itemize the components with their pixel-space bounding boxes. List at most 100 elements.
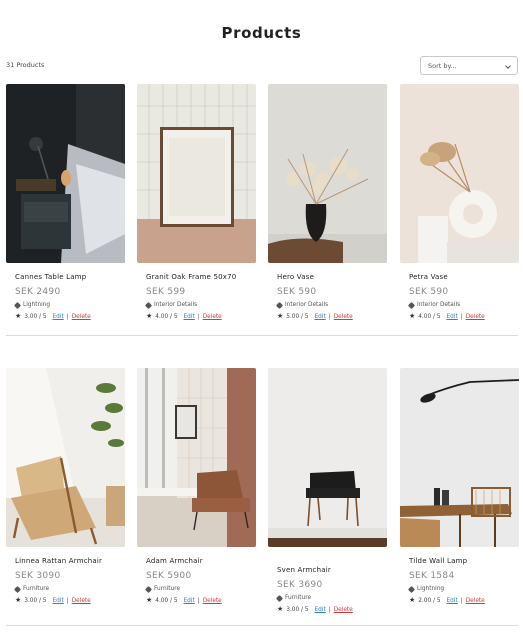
product-price: SEK 3690 (277, 580, 323, 590)
product-price: SEK 1584 (409, 571, 455, 581)
product-price: SEK 3090 (15, 571, 61, 581)
product-meta: ★ 4.00 / 5 Edit | Delete (400, 313, 519, 320)
category-label: Furniture (154, 586, 181, 592)
product-row: Linnea Rattan Armchair SEK 3090 Furnitur… (6, 368, 519, 618)
product-meta: ★ 5.00 / 5 Edit | Delete (268, 313, 387, 320)
star-icon: ★ (277, 605, 284, 613)
product-category: Interior Details (400, 301, 519, 309)
product-name[interactable]: Hero Vase (268, 273, 387, 281)
product-image[interactable] (6, 84, 125, 263)
edit-link[interactable]: Edit (53, 314, 64, 320)
product-category: Lightning (400, 585, 519, 593)
rating-text: 4.00 / 5 (155, 597, 178, 604)
star-icon: ★ (409, 596, 416, 604)
rating-text: 3.00 / 5 (24, 313, 47, 320)
product-price: SEK 5900 (146, 571, 192, 581)
star-icon: ★ (409, 312, 416, 320)
product-card[interactable]: Tilde Wall Lamp SEK 1584 Lightning ★ 2.0… (400, 368, 519, 604)
product-name[interactable]: Petra Vase (400, 273, 519, 281)
product-image[interactable] (137, 84, 256, 263)
star-icon: ★ (15, 596, 22, 604)
category-label: Lightning (23, 302, 51, 308)
star-icon: ★ (277, 312, 284, 320)
product-card[interactable]: Sven Armchair SEK 3690 Furniture ★ 3.00 … (268, 368, 387, 613)
product-card[interactable]: Granit Oak Frame 50x70 SEK 599 Interior … (137, 84, 256, 320)
star-icon: ★ (146, 596, 153, 604)
delete-link[interactable]: Delete (203, 598, 222, 604)
action-separator: | (66, 597, 69, 604)
product-name[interactable]: Sven Armchair (268, 566, 387, 574)
product-image[interactable] (400, 368, 519, 547)
category-label: Lightning (417, 586, 445, 592)
product-meta: ★ 2.00 / 5 Edit | Delete (400, 597, 519, 604)
tag-icon (275, 594, 284, 602)
category-label: Furniture (285, 595, 312, 601)
delete-link[interactable]: Delete (334, 607, 353, 613)
tag-icon (144, 301, 153, 309)
product-meta: ★ 3.00 / 5 Edit | Delete (268, 606, 387, 613)
rating-text: 4.00 / 5 (155, 313, 178, 320)
row-divider (6, 335, 518, 336)
star-icon: ★ (146, 312, 153, 320)
edit-link[interactable]: Edit (184, 314, 195, 320)
edit-link[interactable]: Edit (447, 314, 458, 320)
product-card[interactable]: Linnea Rattan Armchair SEK 3090 Furnitur… (6, 368, 125, 604)
action-separator: | (328, 313, 331, 320)
tag-icon (144, 585, 153, 593)
product-meta: ★ 4.00 / 5 Edit | Delete (137, 597, 256, 604)
product-image[interactable] (6, 368, 125, 547)
product-name[interactable]: Tilde Wall Lamp (400, 557, 519, 565)
product-meta: ★ 3.00 / 5 Edit | Delete (6, 597, 125, 604)
product-card[interactable]: Adam Armchair SEK 5900 Furniture ★ 4.00 … (137, 368, 256, 604)
product-image[interactable] (400, 84, 519, 263)
product-category: Furniture (6, 585, 125, 593)
action-separator: | (197, 597, 200, 604)
tag-icon (13, 585, 22, 593)
edit-link[interactable]: Edit (184, 598, 195, 604)
product-card[interactable]: Cannes Table Lamp SEK 2490 Lightning ★ 3… (6, 84, 125, 320)
category-label: Furniture (23, 586, 50, 592)
edit-link[interactable]: Edit (447, 598, 458, 604)
product-price: SEK 590 (277, 287, 317, 297)
product-image[interactable] (268, 368, 387, 547)
rating-text: 5.00 / 5 (286, 313, 309, 320)
product-price: SEK 599 (146, 287, 186, 297)
delete-link[interactable]: Delete (334, 314, 353, 320)
action-separator: | (460, 313, 463, 320)
category-label: Interior Details (417, 302, 461, 308)
product-name[interactable]: Adam Armchair (137, 557, 256, 565)
delete-link[interactable]: Delete (72, 314, 91, 320)
action-separator: | (66, 313, 69, 320)
action-separator: | (197, 313, 200, 320)
product-category: Furniture (137, 585, 256, 593)
delete-link[interactable]: Delete (466, 314, 485, 320)
chevron-down-icon (505, 63, 511, 69)
product-name[interactable]: Granit Oak Frame 50x70 (137, 273, 256, 281)
product-row: Cannes Table Lamp SEK 2490 Lightning ★ 3… (6, 84, 519, 334)
edit-link[interactable]: Edit (315, 314, 326, 320)
product-category: Furniture (268, 594, 387, 602)
product-category: Interior Details (137, 301, 256, 309)
star-icon: ★ (15, 312, 22, 320)
delete-link[interactable]: Delete (466, 598, 485, 604)
rating-text: 3.00 / 5 (286, 606, 309, 613)
product-image[interactable] (137, 368, 256, 547)
sort-dropdown[interactable]: Sort by... (420, 56, 518, 75)
delete-link[interactable]: Delete (203, 314, 222, 320)
row-divider (6, 625, 518, 626)
product-category: Interior Details (268, 301, 387, 309)
edit-link[interactable]: Edit (53, 598, 64, 604)
product-image[interactable] (268, 84, 387, 263)
rating-text: 3.00 / 5 (24, 597, 47, 604)
tag-icon (407, 301, 416, 309)
product-price: SEK 590 (409, 287, 449, 297)
delete-link[interactable]: Delete (72, 598, 91, 604)
category-label: Interior Details (154, 302, 198, 308)
product-price: SEK 2490 (15, 287, 61, 297)
edit-link[interactable]: Edit (315, 607, 326, 613)
product-name[interactable]: Cannes Table Lamp (6, 273, 125, 281)
sort-label: Sort by... (428, 62, 457, 70)
product-name[interactable]: Linnea Rattan Armchair (6, 557, 125, 565)
product-card[interactable]: Petra Vase SEK 590 Interior Details ★ 4.… (400, 84, 519, 320)
product-card[interactable]: Hero Vase SEK 590 Interior Details ★ 5.0… (268, 84, 387, 320)
